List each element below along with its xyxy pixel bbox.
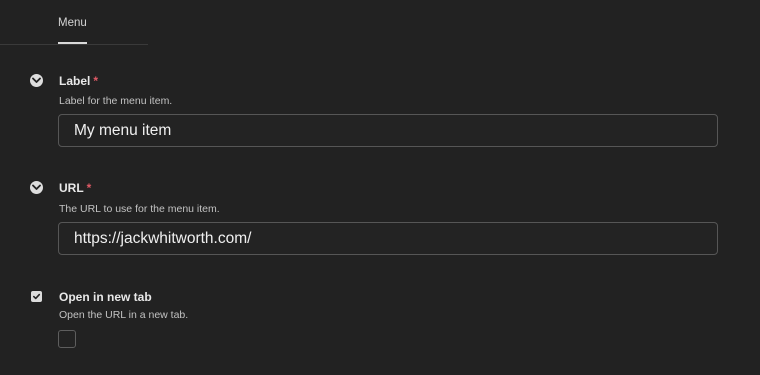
tab-menu[interactable]: Menu xyxy=(58,17,87,29)
new-tab-field-title: Open in new tab xyxy=(59,290,152,304)
required-marker: * xyxy=(93,74,99,88)
new-tab-field-help: Open the URL in a new tab. xyxy=(59,309,189,321)
chevron-down-icon[interactable] xyxy=(30,74,43,87)
url-title-text: URL xyxy=(59,181,84,195)
chevron-down-icon[interactable] xyxy=(30,181,43,194)
menu-item-form: Menu Label* Label for the menu item. URL… xyxy=(0,0,760,375)
url-field-title: URL * xyxy=(59,181,91,195)
url-input[interactable] xyxy=(58,222,718,255)
required-marker: * xyxy=(86,181,92,195)
tab-bar: Menu xyxy=(0,0,148,45)
active-tab-indicator xyxy=(58,42,87,44)
url-field-help: The URL to use for the menu item. xyxy=(59,203,220,215)
label-title-text: Label xyxy=(59,74,91,88)
label-field-title: Label * xyxy=(59,74,98,88)
checkmark-icon[interactable] xyxy=(31,291,42,302)
label-field-help: Label for the menu item. xyxy=(59,95,173,107)
label-input[interactable] xyxy=(58,114,718,147)
new-tab-checkbox[interactable] xyxy=(58,330,76,348)
